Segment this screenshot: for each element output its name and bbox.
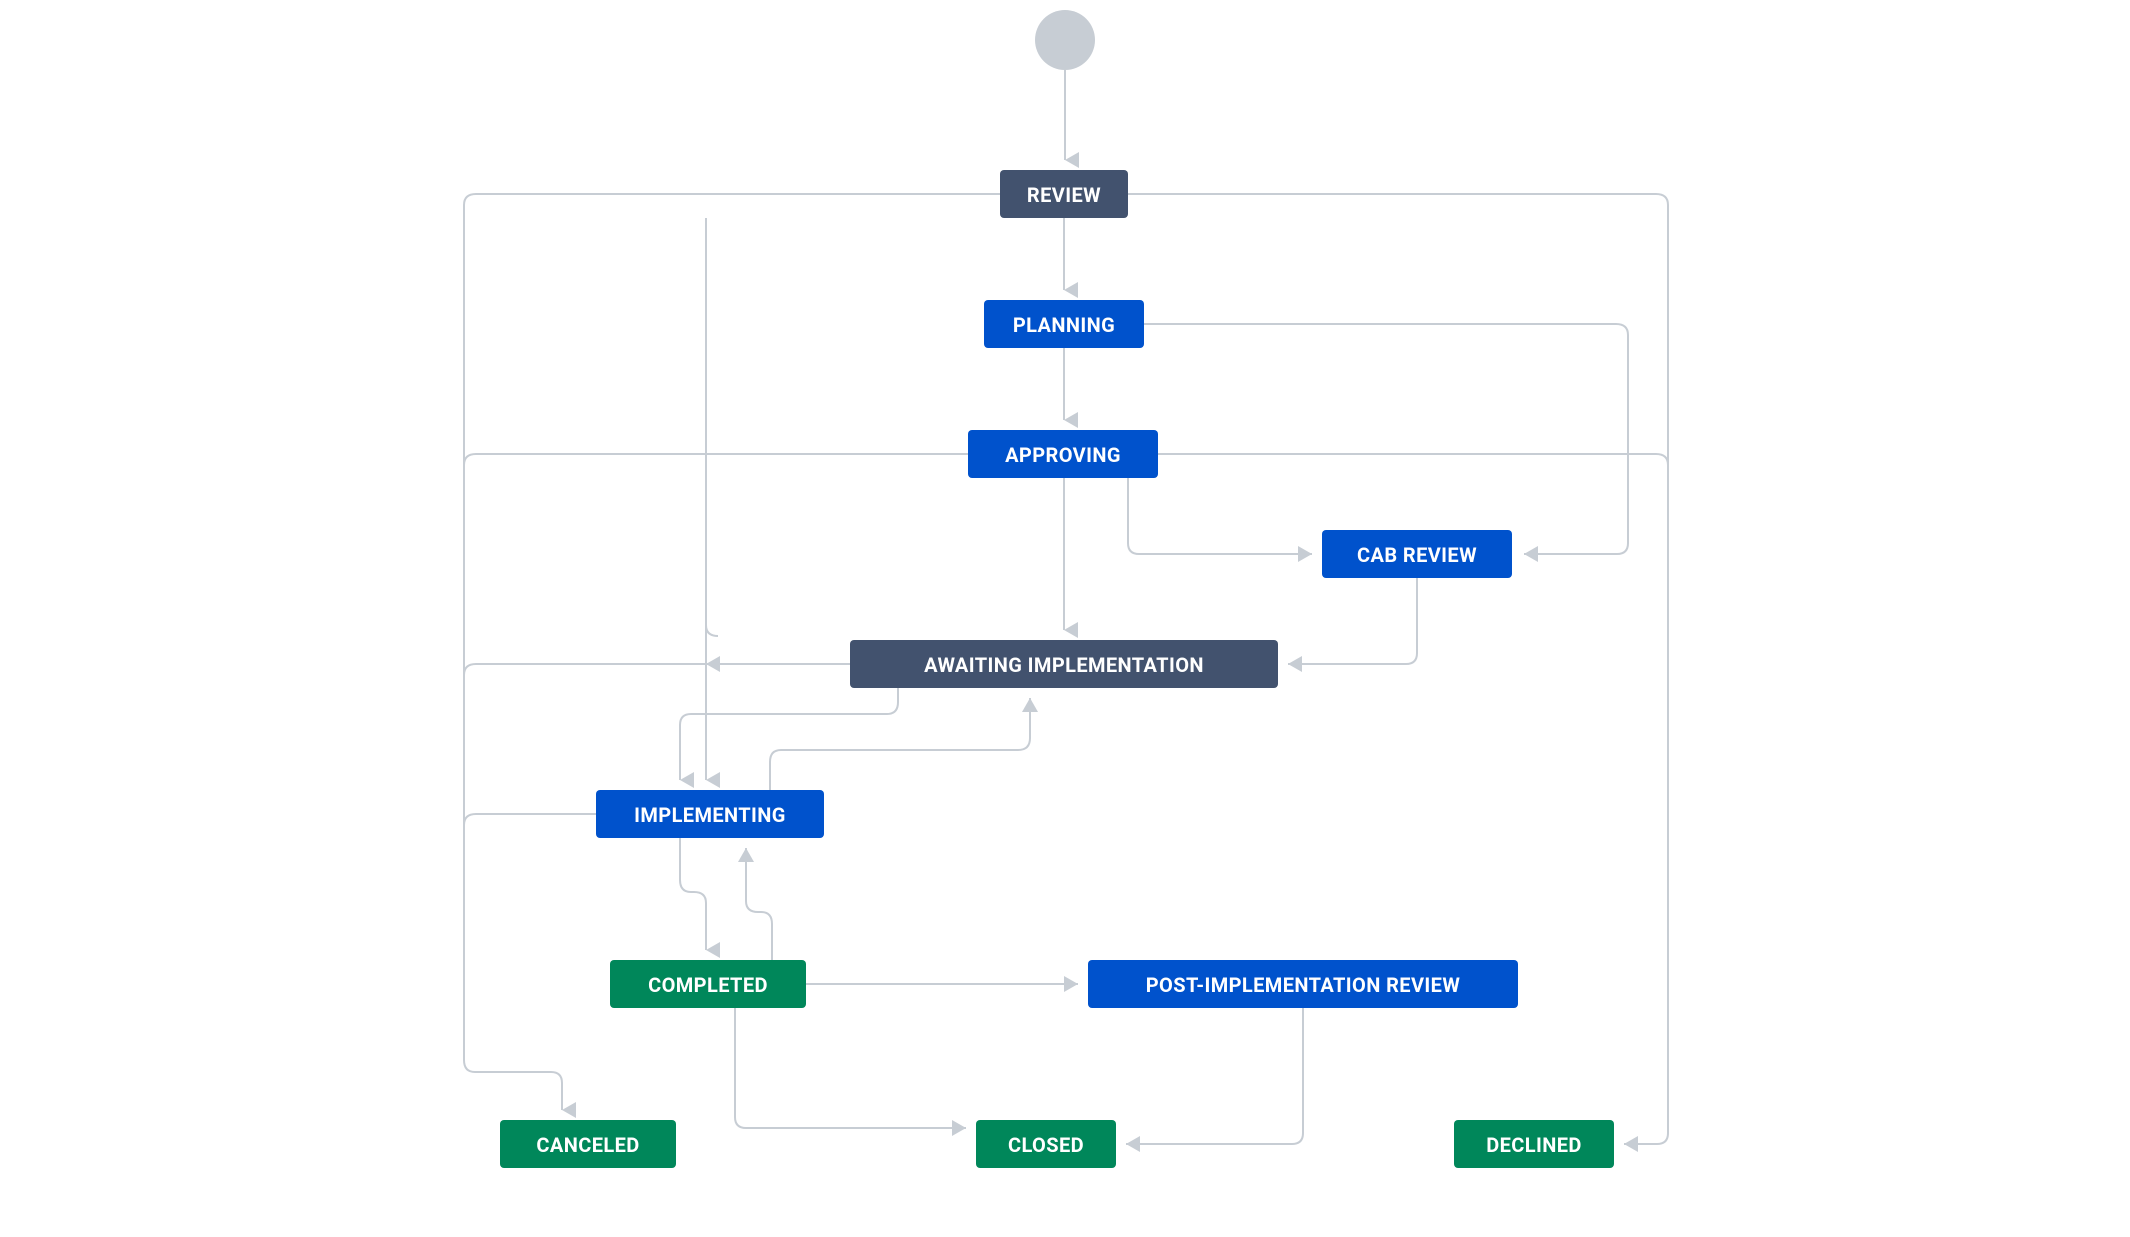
node-approving[interactable]: APPROVING [968, 430, 1158, 478]
edge-approving-to-declined [1158, 454, 1668, 465]
edge-implement-to-awaiting [706, 478, 718, 636]
node-label-planning: PLANNING [1013, 313, 1115, 337]
edge-awaiting-to-canceled [464, 664, 850, 675]
start-node [1035, 10, 1095, 70]
node-label-canceled: CANCELED [536, 1133, 639, 1157]
edge-implement-to-canceled [464, 814, 596, 825]
node-completed[interactable]: COMPLETED [610, 960, 806, 1008]
node-label-closed: CLOSED [1008, 1133, 1084, 1157]
edge-completed-to-closed [735, 1008, 966, 1128]
node-label-awaiting: AWAITING IMPLEMENTATION [924, 653, 1204, 677]
node-awaiting[interactable]: AWAITING IMPLEMENTATION [850, 640, 1278, 688]
node-closed[interactable]: CLOSED [976, 1120, 1116, 1168]
edge-awaiting-to-implement [680, 688, 898, 780]
workflow-diagram: REVIEW PLANNING APPROVING CAB REVIEW AWAITIN… [0, 0, 2130, 1237]
node-canceled[interactable]: CANCELED [500, 1120, 676, 1168]
edge-implement-to-awaiting [770, 698, 1030, 790]
node-cabreview[interactable]: CAB REVIEW [1322, 530, 1512, 578]
node-review[interactable]: REVIEW [1000, 170, 1128, 218]
edge-approving-to-canceled [464, 454, 968, 465]
edge-implement-to-completed [680, 838, 706, 950]
node-label-completed: COMPLETED [648, 973, 768, 997]
edge-cabreview-to-awaiting [1288, 578, 1417, 664]
edge-completed-to-implement [746, 848, 772, 960]
edge-approving-to-cabreview [1128, 478, 1312, 554]
node-label-postreview: POST-IMPLEMENTATION REVIEW [1146, 973, 1461, 997]
node-planning[interactable]: PLANNING [984, 300, 1144, 348]
node-label-review: REVIEW [1027, 183, 1101, 207]
edge-postreview-to-closed [1126, 1008, 1303, 1144]
node-implement[interactable]: IMPLEMENTING [596, 790, 824, 838]
node-label-implement: IMPLEMENTING [634, 803, 786, 827]
edge-planning-to-cabreview [1144, 324, 1628, 554]
node-postreview[interactable]: POST-IMPLEMENTATION REVIEW [1088, 960, 1518, 1008]
node-label-approving: APPROVING [1005, 443, 1121, 467]
node-declined[interactable]: DECLINED [1454, 1120, 1614, 1168]
node-label-declined: DECLINED [1486, 1133, 1582, 1157]
node-label-cabreview: CAB REVIEW [1357, 543, 1477, 567]
